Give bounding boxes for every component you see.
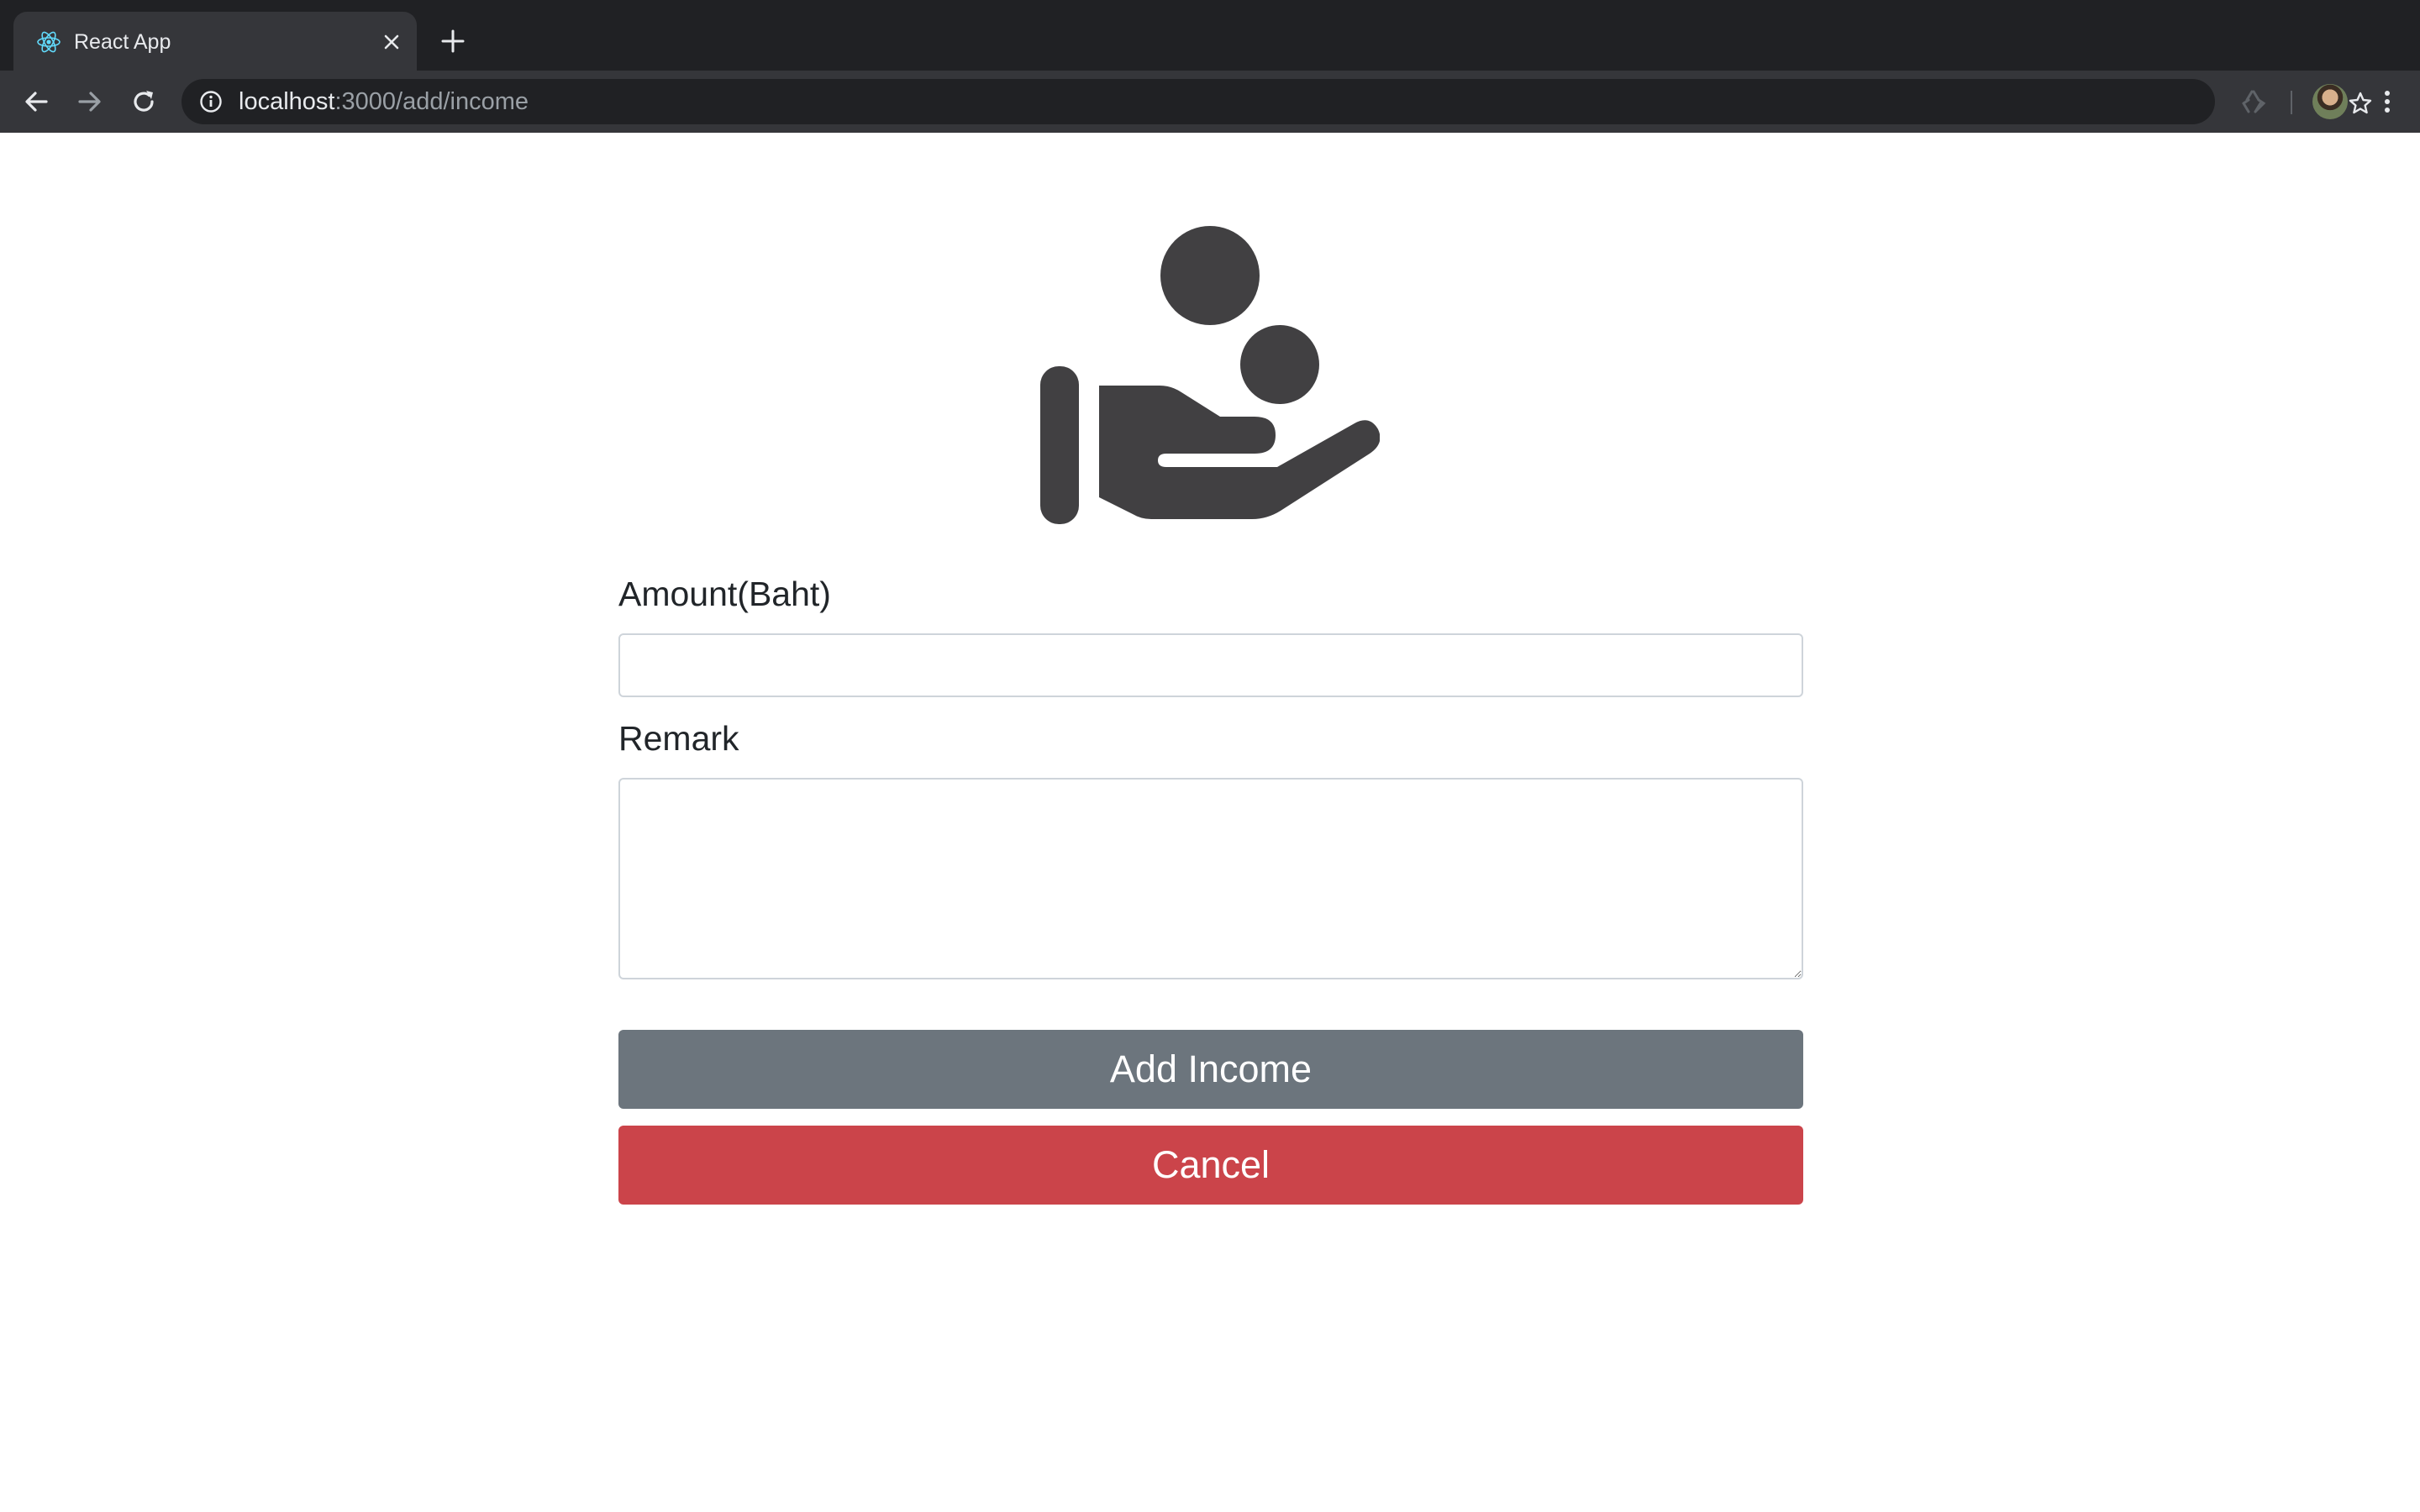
browser-toolbar: localhost:3000/add/income xyxy=(0,71,2420,133)
amount-label: Amount(Baht) xyxy=(618,575,831,613)
cancel-button[interactable]: Cancel xyxy=(618,1126,1803,1205)
hand-holding-coins-icon xyxy=(1040,226,1380,524)
url-path: :3000/add/income xyxy=(334,88,529,115)
remark-textarea[interactable] xyxy=(618,778,1803,979)
react-icon xyxy=(37,31,60,53)
amount-input[interactable] xyxy=(618,633,1803,697)
reload-icon[interactable] xyxy=(128,86,160,118)
browser-tab[interactable]: React App xyxy=(13,12,417,71)
page-content: Amount(Baht) Remark Add Income Cancel xyxy=(0,133,2420,1512)
url-host: localhost xyxy=(239,88,335,115)
address-bar[interactable]: localhost:3000/add/income xyxy=(182,79,2372,124)
toolbar-separator xyxy=(2291,91,2292,114)
add-income-button[interactable]: Add Income xyxy=(618,1030,1803,1109)
avatar[interactable] xyxy=(2312,84,2348,119)
close-icon[interactable] xyxy=(378,29,405,55)
tab-title: React App xyxy=(74,30,171,54)
recycle-icon[interactable] xyxy=(2238,87,2269,117)
url-text[interactable]: localhost:3000/add/income xyxy=(239,87,529,116)
remark-label: Remark xyxy=(618,719,739,758)
star-icon[interactable] xyxy=(2348,91,2373,116)
more-vert-icon[interactable] xyxy=(2371,86,2403,118)
arrow-right-icon[interactable] xyxy=(74,86,106,118)
info-icon[interactable] xyxy=(198,89,224,114)
browser-tabstrip: React App xyxy=(0,0,2420,71)
plus-icon[interactable] xyxy=(439,27,467,55)
arrow-left-icon[interactable] xyxy=(20,86,52,118)
